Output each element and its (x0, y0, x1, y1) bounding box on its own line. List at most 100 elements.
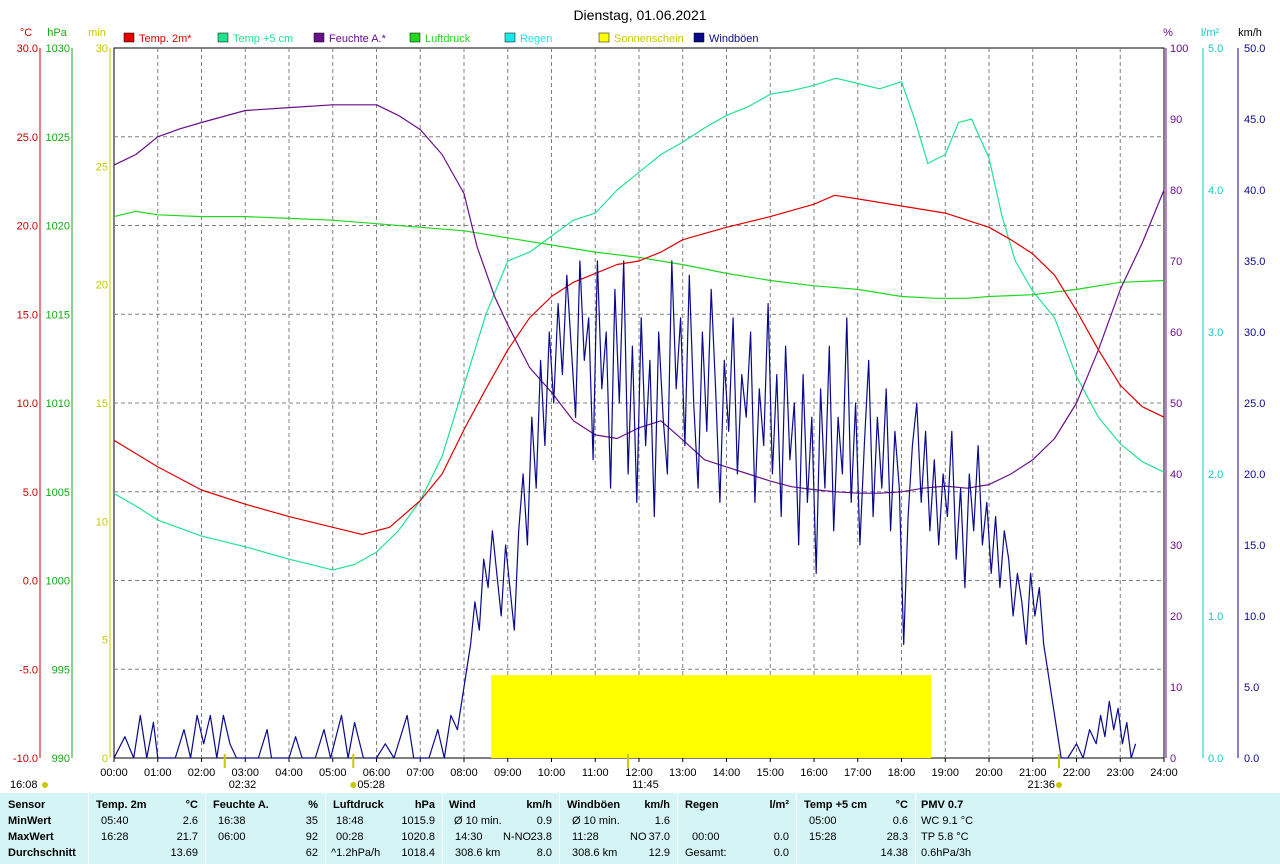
x-tick-label: 10:00 (538, 767, 566, 779)
unit-label-percent: % (1163, 27, 1173, 39)
tick-label-humidity_pct: 70 (1170, 256, 1182, 268)
luftdruck-max-value: 1020.8 (401, 831, 435, 843)
tick-label-pressure_hpa: 995 (52, 664, 70, 676)
x-tick-label: 13:00 (669, 767, 697, 779)
x-tick-label: 04:00 (275, 767, 303, 779)
x-tick-label: 16:00 (800, 767, 828, 779)
x-tick-label: 19:00 (931, 767, 959, 779)
wind-max-value: 23.8 (530, 831, 552, 843)
unit-label-hpa: hPa (47, 27, 67, 39)
row-durchschnitt: Durchschnitt (8, 847, 76, 859)
legend-label: Temp +5 cm (233, 33, 293, 45)
temp5cm-unit: °C (895, 799, 908, 811)
marker-label: 11:45 (632, 779, 659, 791)
tick-label-temp_c: 20.0 (17, 221, 38, 233)
regen-total-label: Gesamt: (685, 847, 727, 859)
tick-label-rain_lm2: 3.0 (1208, 327, 1223, 339)
legend-swatch (504, 32, 516, 43)
feuchte-max-time: 06:00 (218, 831, 246, 843)
tick-label-pressure_hpa: 1015 (46, 309, 70, 321)
stats-regen: Regen l/m² 00:00 0.0 Gesamt: 0.0 (677, 793, 796, 864)
temp2m-avg-value: 13.69 (170, 847, 198, 859)
temp2m-max-time: 16:28 (101, 831, 129, 843)
temp2m-min-time: 05:40 (101, 815, 129, 827)
tick-label-wind_kmh: 5.0 (1244, 682, 1259, 694)
tick-label-temp_c: 10.0 (17, 398, 38, 410)
windboeen-max-time: 11:28 (572, 831, 599, 843)
tick-label-humidity_pct: 80 (1170, 185, 1182, 197)
unit-label-celsius: °C (20, 27, 32, 39)
sensor-header: Sensor (8, 799, 46, 811)
tick-label-wind_kmh: 0.0 (1244, 753, 1259, 765)
tick-label-rain_lm2: 5.0 (1208, 43, 1223, 55)
wind-distance: 308.6 km (455, 847, 501, 859)
legend-swatch (217, 32, 229, 43)
legend-swatch (693, 32, 705, 43)
stats-temp5cm: Temp +5 cm °C 05:00 0.6 15:28 28.3 14.38 (796, 793, 915, 864)
x-tick-label: 20:00 (975, 767, 1003, 779)
x-tick-label: 01:00 (144, 767, 172, 779)
row-minwert: MinWert (8, 815, 52, 827)
x-tick-label: 21:00 (1019, 767, 1047, 779)
tick-label-humidity_pct: 60 (1170, 327, 1182, 339)
regen-unit: l/m² (769, 799, 789, 811)
weather-chart: Dienstag, 01.06.2021 Temp. 2m* Temp +5 cm… (10, 7, 1265, 791)
tick-label-pressure_hpa: 1020 (46, 221, 70, 233)
wind-avg10-label: Ø 10 min. (454, 815, 502, 827)
tick-label-temp_c: 0.0 (23, 576, 38, 588)
tick-label-pressure_hpa: 990 (52, 753, 70, 765)
luftdruck-avg-value: 1018.4 (401, 847, 435, 859)
unit-label-kmh: km/h (1238, 27, 1262, 39)
right-axes: 10090807060504030201005.04.03.02.01.00.0… (1165, 43, 1265, 765)
tick-label-sunshine_min: 30 (96, 43, 108, 55)
tick-label-wind_kmh: 50.0 (1244, 43, 1265, 55)
tick-label-wind_kmh: 35.0 (1244, 256, 1265, 268)
statistics-panel: Sensor MinWert MaxWert Durchschnitt Temp… (0, 793, 1280, 864)
tick-label-pressure_hpa: 1025 (46, 132, 70, 144)
tick-label-wind_kmh: 15.0 (1244, 540, 1265, 552)
tick-label-pressure_hpa: 1000 (46, 576, 70, 588)
tick-label-sunshine_min: 25 (96, 161, 108, 173)
x-tick-label: 07:00 (406, 767, 434, 779)
tick-label-humidity_pct: 90 (1170, 114, 1182, 126)
stats-feuchte: Feuchte A. % 16:38 35 06:00 92 62 (205, 793, 325, 864)
x-tick-label: 12:00 (625, 767, 653, 779)
windboeen-avg10-label: Ø 10 min. (572, 815, 620, 827)
tick-label-sunshine_min: 0 (102, 753, 108, 765)
unit-label-lm2: l/m² (1201, 27, 1220, 39)
tick-label-humidity_pct: 100 (1170, 43, 1188, 55)
x-tick-label: 02:00 (188, 767, 216, 779)
temp5cm-max-value: 28.3 (886, 831, 908, 843)
sunshine-series (491, 675, 932, 758)
tick-label-wind_kmh: 30.0 (1244, 327, 1265, 339)
x-tick-label: 17:00 (844, 767, 872, 779)
legend-label: Windböen (709, 33, 759, 45)
legend-swatch (409, 32, 421, 43)
regen-max-value: 0.0 (773, 831, 789, 843)
tick-label-sunshine_min: 20 (96, 280, 108, 292)
stats-sensor: Sensor MinWert MaxWert Durchschnitt (0, 793, 88, 864)
temp5cm-min-value: 0.6 (892, 815, 908, 827)
tick-label-sunshine_min: 10 (96, 516, 108, 528)
feuchte-avg-value: 62 (305, 847, 318, 859)
sun-icon (350, 782, 357, 788)
tick-label-wind_kmh: 20.0 (1244, 469, 1265, 481)
stats-luftdruck: Luftdruck hPa 18:48 1015.9 00:28 1020.8 … (325, 793, 442, 864)
regen-total-value: 0.0 (773, 847, 789, 859)
tick-label-pressure_hpa: 1005 (46, 487, 70, 499)
temp5cm-max-time: 15:28 (809, 831, 837, 843)
windboeen-max-direction: NO (630, 831, 647, 843)
tick-label-pressure_hpa: 1030 (46, 43, 70, 55)
x-tick-label: 03:00 (231, 767, 259, 779)
x-tick-label: 06:00 (363, 767, 391, 779)
tick-label-humidity_pct: 20 (1170, 611, 1182, 623)
wind-unit: km/h (526, 799, 552, 811)
luftdruck-unit: hPa (414, 799, 435, 811)
chart-title: Dienstag, 01.06.2021 (573, 7, 706, 23)
wind-max-direction: N-NO (503, 831, 532, 843)
pmv-dewpoint: TP 5.8 °C (921, 831, 969, 843)
legend-label: Regen (520, 33, 552, 45)
tick-label-temp_c: 25.0 (17, 132, 38, 144)
x-tick-label: 15:00 (756, 767, 784, 779)
feuchte-min-value: 35 (305, 815, 318, 827)
